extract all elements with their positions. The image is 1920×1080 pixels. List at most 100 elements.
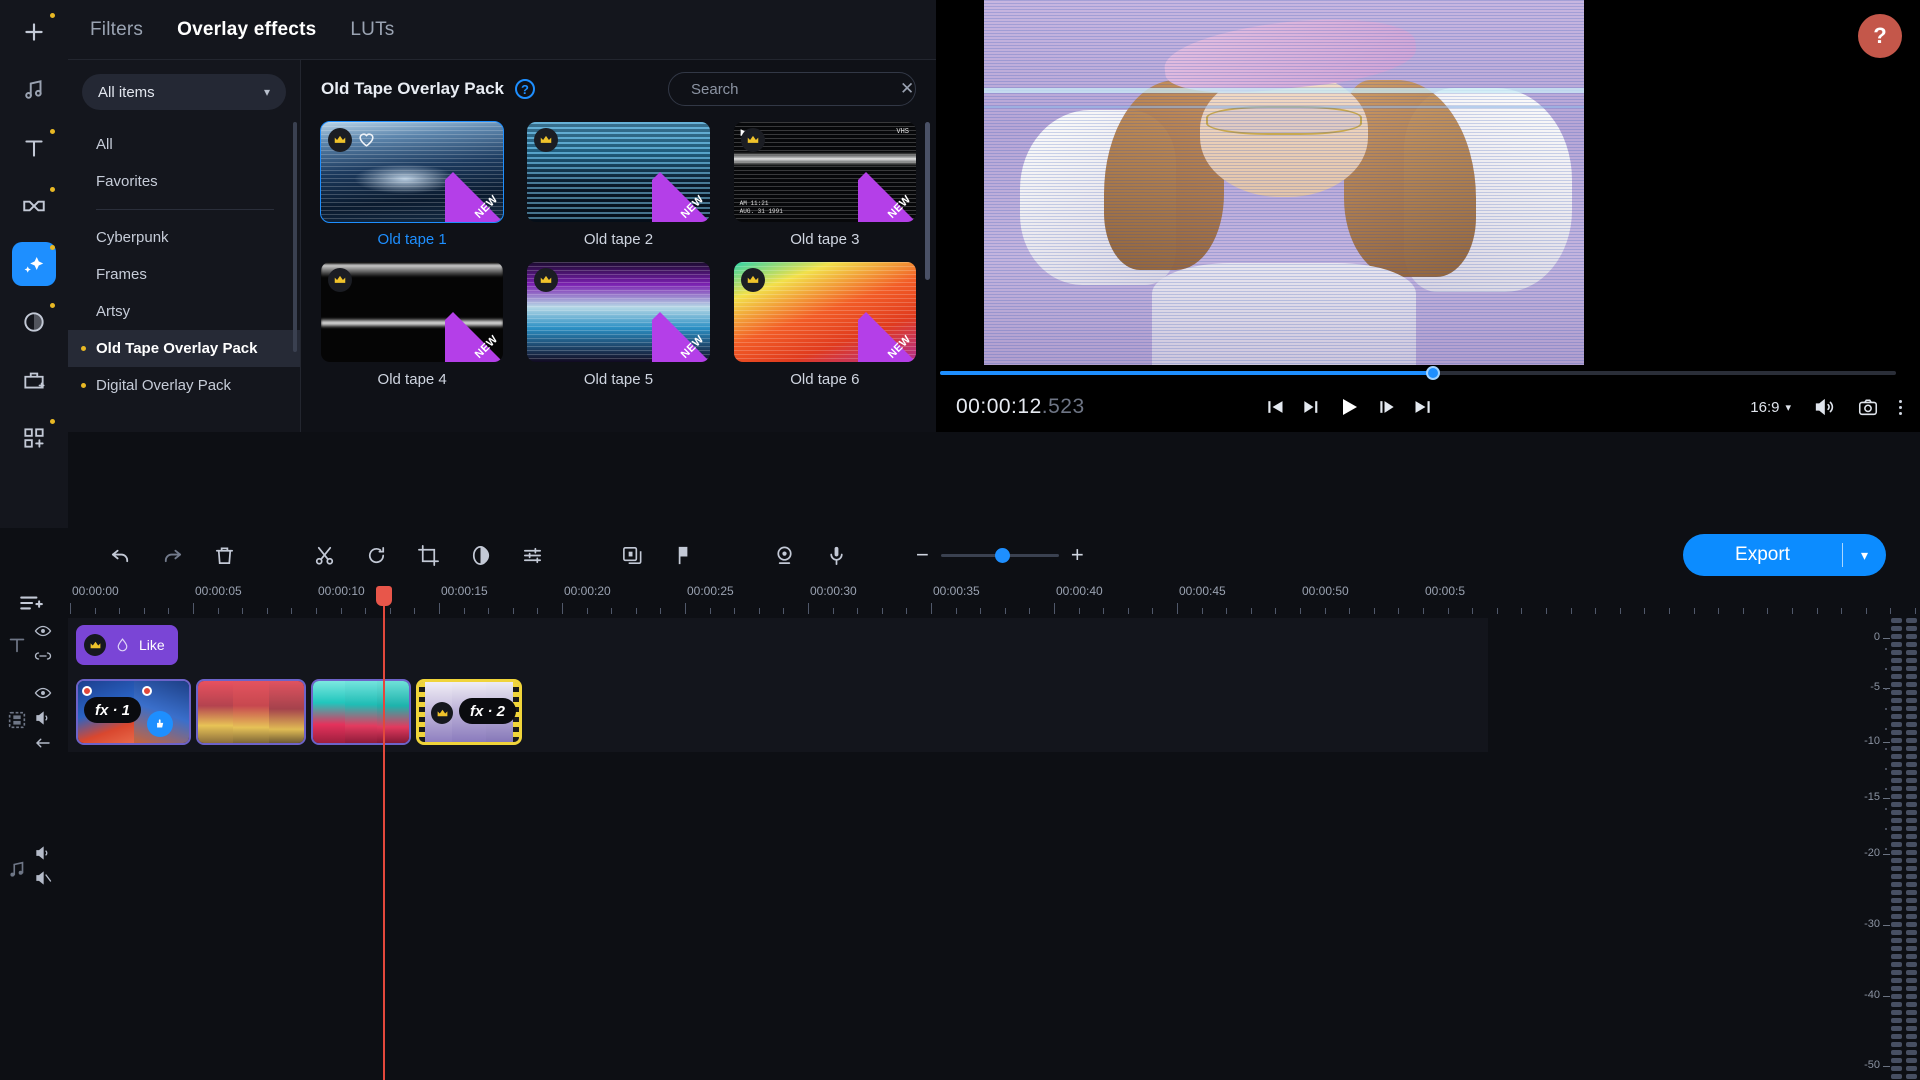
effect-thumbnail[interactable]: NEW [527,122,709,222]
effect-thumbnail[interactable]: NEW [527,262,709,362]
category-item-artsy[interactable]: Artsy [68,293,300,330]
progress-handle[interactable] [1426,366,1440,380]
rail-item-audio[interactable] [12,68,56,112]
aspect-ratio-selector[interactable]: 16:9 ▾ [1750,399,1791,416]
help-floating-button[interactable]: ? [1858,14,1902,58]
video-clip-3[interactable] [311,679,411,745]
mute-toggle[interactable] [34,709,52,727]
timeline-track-video[interactable]: fx · 1 [68,672,1488,752]
rail-item-stickers[interactable] [12,358,56,402]
effect-thumbnail[interactable]: NEW [734,262,916,362]
effect-card-old-tape-3[interactable]: ▶ VHS AM 11:21 AUG. 31 1991 NEW Old tape… [734,122,916,248]
crop-button[interactable] [402,535,454,575]
playback-progress-bar[interactable] [940,371,1896,375]
timeline-body[interactable]: Like fx · 1 [68,618,1920,1080]
video-clip-4[interactable]: fx · 2 [416,679,522,745]
split-button[interactable] [298,535,350,575]
player-more-button[interactable] [1899,400,1902,415]
timeline-ruler[interactable]: 00:00:00 00:00:05 00:00:10 00:00:15 00:0… [68,582,1920,618]
category-item-favorites[interactable]: Favorites [68,163,300,200]
previous-frame-button[interactable] [1301,397,1321,417]
effect-card-old-tape-1[interactable]: NEW Old tape 1 [321,122,503,248]
audio-meter-segment [1891,698,1902,703]
overlay-button[interactable] [606,535,658,575]
eye-icon [34,684,52,702]
export-button[interactable]: Export [1683,544,1842,566]
playhead-marker[interactable] [383,586,385,618]
tab-luts[interactable]: LUTs [350,19,394,41]
marker-button[interactable] [658,535,710,575]
search-box[interactable]: ✕ [668,72,916,106]
rail-item-transitions[interactable] [12,184,56,228]
audio-meter-label: -15 [1864,791,1880,803]
category-item-digital-overlay-pack[interactable]: Digital Overlay Pack [68,367,300,404]
properties-button[interactable] [506,535,558,575]
tab-overlay-effects[interactable]: Overlay effects [177,19,316,41]
visibility-toggle[interactable] [34,684,52,702]
close-icon[interactable]: ✕ [900,79,914,99]
screen-record-button[interactable] [758,535,810,575]
undo-button[interactable] [94,535,146,575]
grid-scrollbar[interactable] [925,122,930,280]
effect-thumbnail[interactable]: ▶ VHS AM 11:21 AUG. 31 1991 NEW [734,122,916,222]
play-button[interactable] [1337,395,1361,419]
category-item-frames[interactable]: Frames [68,256,300,293]
rail-item-add-media[interactable] [12,10,56,54]
rail-item-more-tools[interactable] [12,416,56,460]
add-track-button[interactable] [18,590,44,621]
search-input[interactable] [691,81,890,98]
title-track-icon-wrap [0,618,34,672]
redo-button[interactable] [146,535,198,575]
zoom-slider-track[interactable] [941,554,1059,557]
playhead-line[interactable] [383,618,385,1080]
effect-card-old-tape-4[interactable]: NEW Old tape 4 [321,262,503,388]
ruler-tick [1005,608,1006,614]
rotate-button[interactable] [350,535,402,575]
video-preview[interactable] [984,0,1584,365]
audio-meter-label: -10 [1864,735,1880,747]
effect-card-old-tape-6[interactable]: NEW Old tape 6 [734,262,916,388]
volume-button[interactable] [1813,396,1835,418]
all-items-dropdown[interactable]: All items ▾ [82,74,286,110]
jump-to-end-button[interactable] [1413,397,1433,417]
ruler-tick [218,608,219,614]
category-item-cyberpunk[interactable]: Cyberpunk [68,219,300,256]
rail-item-titles[interactable] [12,126,56,170]
title-clip[interactable]: Like [76,625,178,665]
rail-item-effects[interactable] [12,242,56,286]
mute-toggle[interactable] [34,844,52,862]
playhead-handle[interactable] [376,586,392,606]
tab-filters[interactable]: Filters [90,19,143,41]
detach-toggle[interactable] [34,734,52,752]
zoom-in-button[interactable]: + [1071,544,1084,566]
export-button-group[interactable]: Export ▾ [1683,534,1886,576]
effect-card-old-tape-2[interactable]: NEW Old tape 2 [527,122,709,248]
jump-to-start-button[interactable] [1265,397,1285,417]
category-item-all[interactable]: All [68,126,300,163]
favorite-heart-icon[interactable] [357,130,376,154]
badge-dot [50,303,55,308]
visibility-toggle[interactable] [34,622,52,640]
category-scrollbar[interactable] [293,122,297,352]
export-chevron-down-icon[interactable]: ▾ [1843,547,1886,564]
timeline-track-title[interactable]: Like [68,618,1488,672]
snapshot-button[interactable] [1857,396,1879,418]
audio-meter-segment [1906,898,1917,903]
effect-thumbnail[interactable]: NEW [321,122,503,222]
video-clip-1[interactable]: fx · 1 [76,679,191,745]
color-adjust-button[interactable] [454,535,506,575]
ruler-tick [439,603,440,614]
question-mark-icon[interactable]: ? [515,79,535,99]
effect-card-old-tape-5[interactable]: NEW Old tape 5 [527,262,709,388]
category-item-old-tape-overlay-pack[interactable]: Old Tape Overlay Pack [68,330,300,367]
mute-all-toggle[interactable] [34,869,52,887]
zoom-out-button[interactable]: − [916,544,929,566]
next-frame-button[interactable] [1377,397,1397,417]
effect-thumbnail[interactable]: NEW [321,262,503,362]
video-clip-2[interactable] [196,679,306,745]
link-toggle[interactable] [34,647,52,665]
rail-item-color[interactable] [12,300,56,344]
zoom-slider-handle[interactable] [995,548,1010,563]
voiceover-button[interactable] [810,535,862,575]
delete-button[interactable] [198,535,250,575]
